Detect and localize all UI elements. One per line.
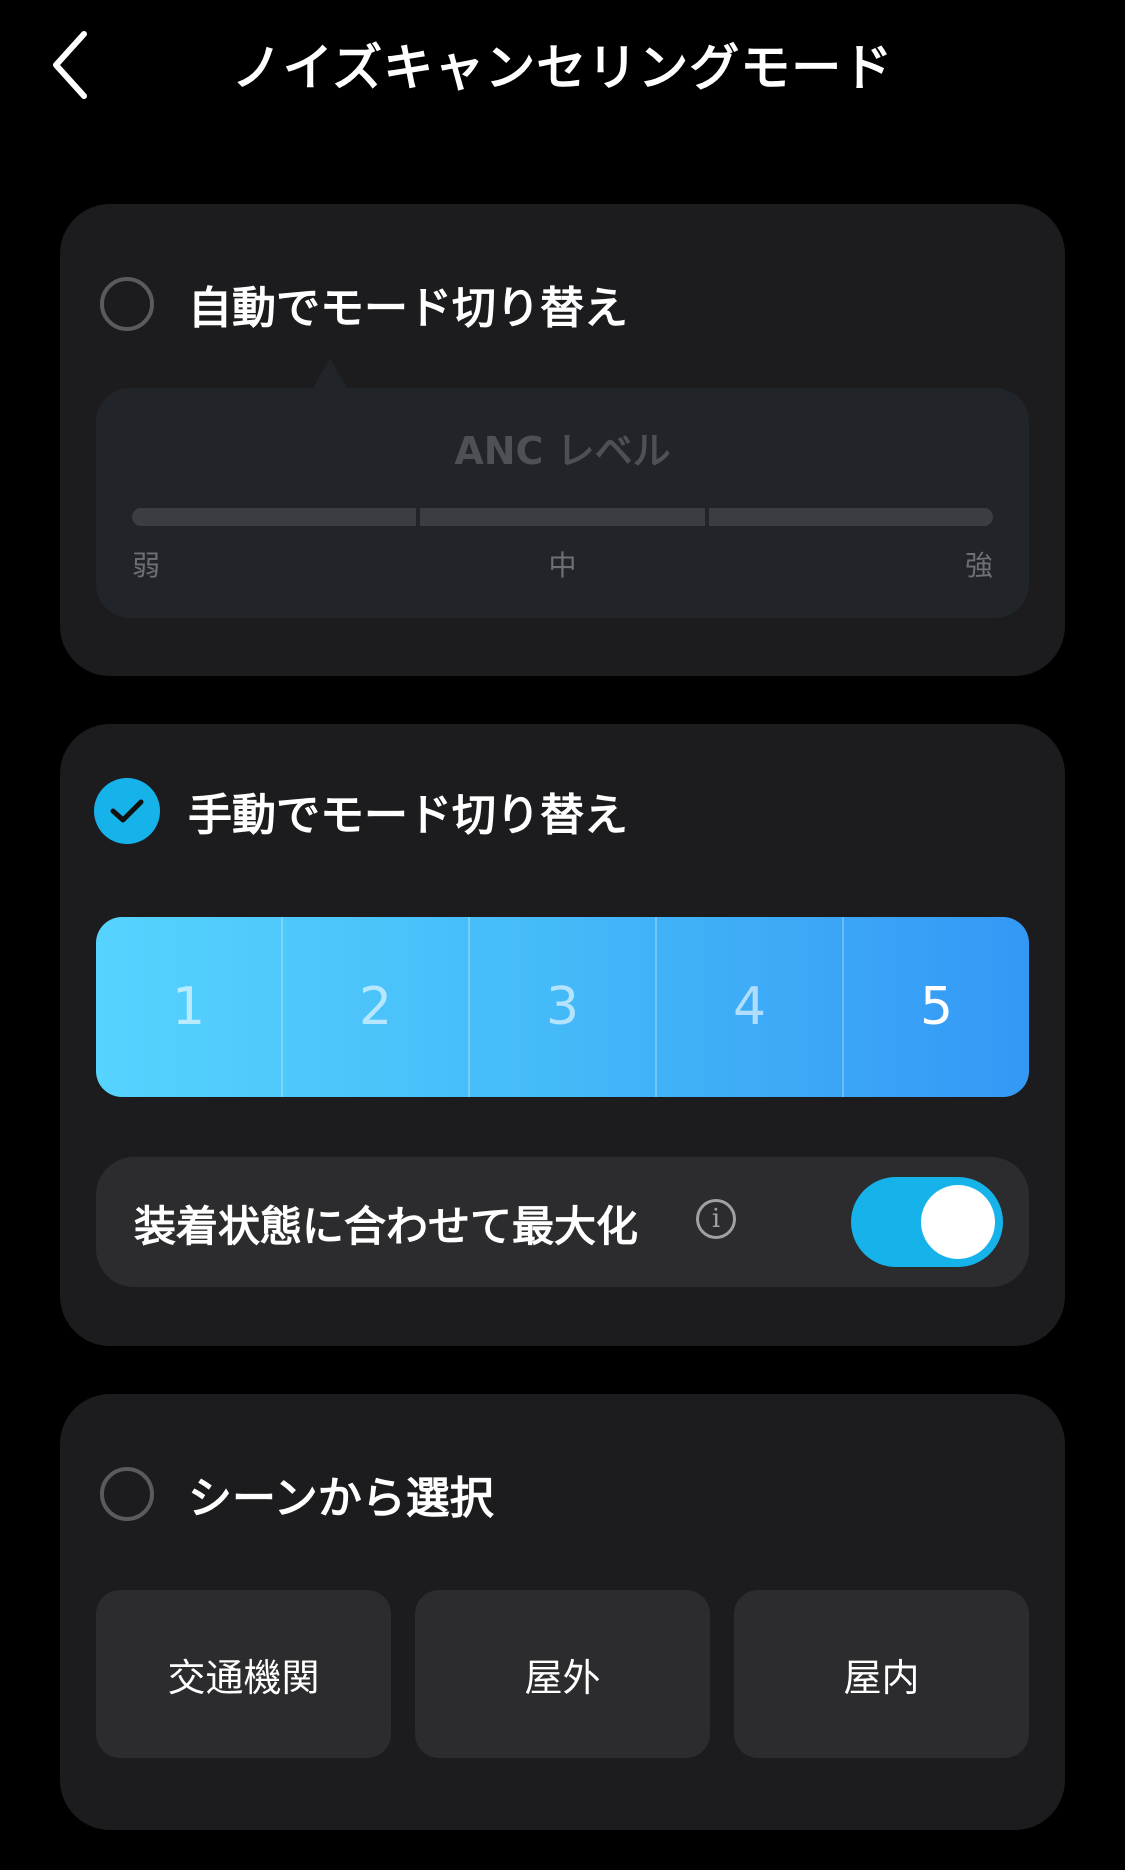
manual-mode-card: 手動でモード切り替え 1 2 3 4 5 装着状態に合わせて最大化 i (60, 724, 1065, 1346)
scene-grid: 交通機関 屋外 屋内 (96, 1590, 1029, 1758)
manual-mode-option[interactable]: 手動でモード切り替え (94, 778, 628, 844)
info-icon[interactable]: i (696, 1199, 736, 1239)
level-button-1[interactable]: 1 (96, 917, 283, 1097)
anc-label-strong: 強 (964, 549, 993, 582)
anc-level-segment (132, 508, 417, 526)
auto-mode-option[interactable]: 自動でモード切り替え (100, 272, 628, 336)
scene-button-transit[interactable]: 交通機関 (96, 1590, 391, 1758)
manual-mode-label: 手動でモード切り替え (188, 790, 628, 841)
manual-mode-radio[interactable] (94, 778, 160, 844)
level-button-3[interactable]: 3 (470, 917, 657, 1097)
scene-button-indoor[interactable]: 屋内 (734, 1590, 1029, 1758)
scene-button-outdoor[interactable]: 屋外 (415, 1590, 710, 1758)
anc-label-weak: 弱 (132, 549, 161, 582)
anc-level-slider (132, 508, 993, 526)
checkmark-icon (110, 799, 144, 823)
optimize-label: 装着状態に合わせて最大化 (134, 1202, 639, 1251)
anc-level-panel: ANC レベル 弱 中 強 (96, 358, 1029, 618)
scene-mode-label: シーンから選択 (188, 1473, 494, 1524)
anc-label-medium: 中 (548, 549, 577, 582)
anc-level-selector: 1 2 3 4 5 (96, 917, 1029, 1097)
auto-mode-card: 自動でモード切り替え ANC レベル 弱 中 強 (60, 204, 1065, 676)
anc-panel-pointer (312, 358, 348, 390)
scene-mode-card: シーンから選択 交通機関 屋外 屋内 (60, 1394, 1065, 1830)
anc-level-title: ANC レベル (454, 429, 671, 473)
anc-level-segment (708, 508, 993, 526)
header: ノイズキャンセリングモード (0, 0, 1125, 130)
optimize-row: 装着状態に合わせて最大化 i (96, 1157, 1029, 1287)
auto-mode-label: 自動でモード切り替え (188, 283, 628, 334)
anc-level-segment (420, 508, 705, 526)
page-title: ノイズキャンセリングモード (231, 39, 894, 97)
optimize-toggle[interactable] (851, 1177, 1003, 1267)
anc-level-labels: 弱 中 強 (132, 544, 993, 584)
toggle-knob (921, 1185, 995, 1259)
level-button-2[interactable]: 2 (283, 917, 470, 1097)
scene-mode-option[interactable]: シーンから選択 (100, 1462, 494, 1526)
level-button-4[interactable]: 4 (657, 917, 844, 1097)
auto-mode-radio[interactable] (100, 277, 154, 331)
level-button-5[interactable]: 5 (844, 917, 1029, 1097)
scene-mode-radio[interactable] (100, 1467, 154, 1521)
